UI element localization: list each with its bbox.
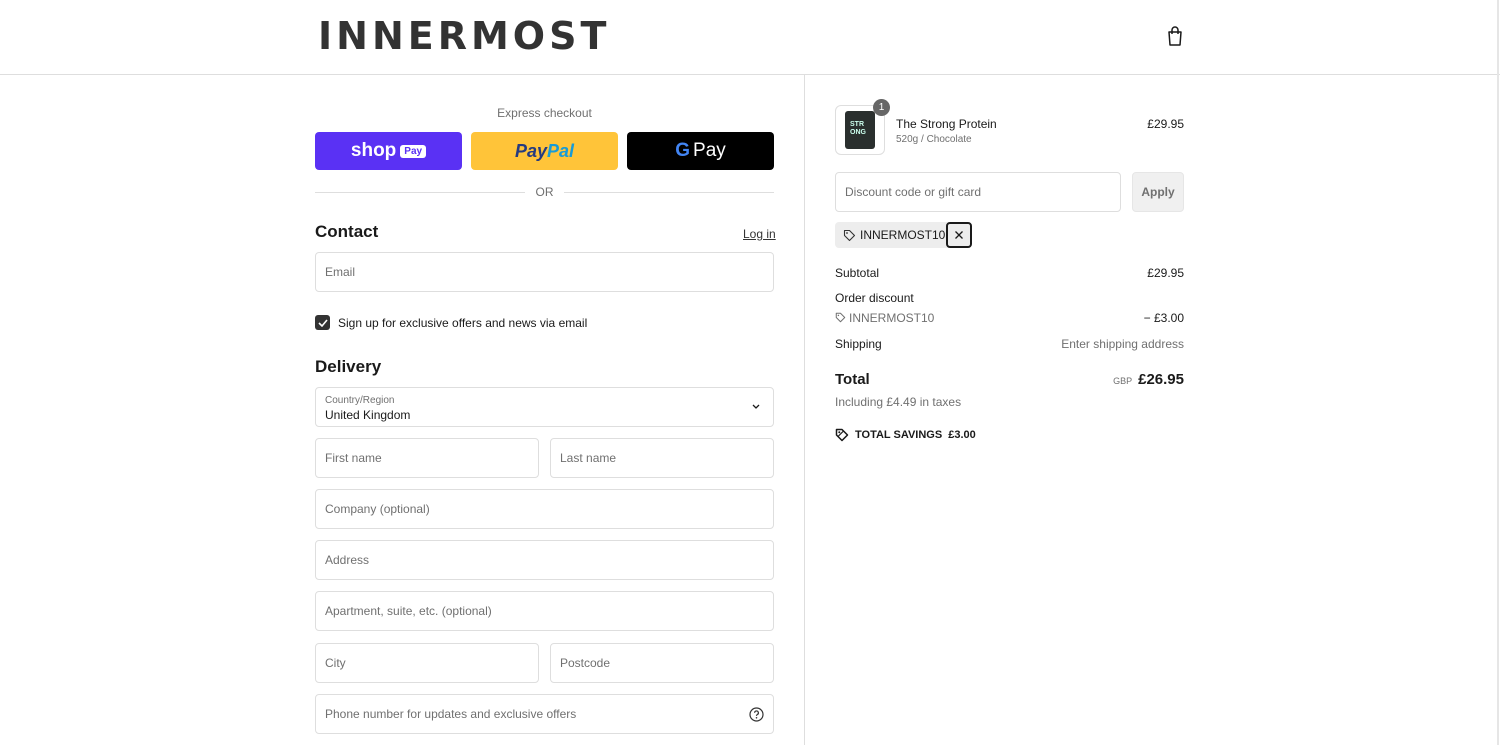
or-separator: OR xyxy=(315,185,774,199)
shipping-row: Shipping Enter shipping address xyxy=(835,337,1184,351)
total-value: £26.95 xyxy=(1138,371,1184,388)
paypal-button[interactable]: Pay Pal xyxy=(471,132,618,170)
discount-field-wrapper xyxy=(835,172,1121,212)
total-row: Total GBP £26.95 xyxy=(835,371,1184,391)
order-discount-label: Order discount xyxy=(835,291,914,305)
google-pay-button[interactable]: G Pay xyxy=(627,132,774,170)
apply-discount-button[interactable]: Apply xyxy=(1132,172,1184,212)
innermost-logo[interactable]: INNERMOST xyxy=(318,14,610,58)
newsletter-checkbox[interactable] xyxy=(315,315,330,330)
country-select[interactable]: Country/Region United Kingdom xyxy=(315,387,774,427)
shop-pay-button[interactable]: shop Pay xyxy=(315,132,462,170)
total-label: Total xyxy=(835,371,870,388)
email-field[interactable] xyxy=(316,253,773,291)
company-wrapper xyxy=(315,489,774,529)
close-icon xyxy=(955,231,964,239)
newsletter-row: Sign up for exclusive offers and news vi… xyxy=(315,315,587,330)
subtotal-label: Subtotal xyxy=(835,266,880,280)
discount-code-label: INNERMOST10 xyxy=(849,311,935,325)
postcode-field[interactable] xyxy=(551,644,773,682)
first-name-field[interactable] xyxy=(316,439,538,477)
scrollbar-track xyxy=(1497,0,1499,745)
product-pack-text: STR ONG xyxy=(850,121,866,136)
question-circle-icon[interactable] xyxy=(749,707,764,722)
shop-pay-label: shop xyxy=(350,140,397,161)
or-text: OR xyxy=(535,185,554,199)
address-wrapper xyxy=(315,540,774,580)
company-field[interactable] xyxy=(316,490,773,528)
savings-label: TOTAL SAVINGS xyxy=(855,429,943,441)
taxes-note: Including £4.49 in taxes xyxy=(835,395,962,409)
delivery-title: Delivery xyxy=(315,357,382,376)
email-field-wrapper xyxy=(315,252,774,292)
discount-code-row: INNERMOST10 − £3.00 xyxy=(835,311,1184,325)
phone-field[interactable] xyxy=(316,695,773,733)
apartment-wrapper xyxy=(315,591,774,631)
discount-code-field[interactable] xyxy=(836,173,1120,211)
last-name-wrapper xyxy=(550,438,774,478)
savings-value: £3.00 xyxy=(948,429,976,441)
city-field[interactable] xyxy=(316,644,538,682)
google-g-icon: G xyxy=(675,140,691,161)
address-field[interactable] xyxy=(316,541,773,579)
total-savings: TOTAL SAVINGS £3.00 xyxy=(835,428,976,442)
newsletter-label: Sign up for exclusive offers and news vi… xyxy=(338,315,588,330)
product-price: £29.95 xyxy=(1147,117,1184,131)
currency-code: GBP xyxy=(1113,376,1133,386)
tag-icon xyxy=(843,229,856,241)
product-pack-image: STR ONG xyxy=(845,111,875,149)
paypal-label-part1: Pay xyxy=(514,140,547,161)
express-checkout-title: Express checkout xyxy=(497,106,592,120)
applied-code-text: INNERMOST10 xyxy=(860,228,946,242)
postcode-wrapper xyxy=(550,643,774,683)
google-pay-label: Pay xyxy=(693,140,726,161)
contact-title: Contact xyxy=(315,222,379,241)
discount-value: − £3.00 xyxy=(1143,311,1184,325)
shopping-bag-icon[interactable] xyxy=(1166,26,1184,46)
order-discount-row: Order discount xyxy=(835,291,1184,305)
first-name-wrapper xyxy=(315,438,539,478)
product-variant: 520g / Chocolate xyxy=(896,134,972,145)
savings-tag-icon xyxy=(835,428,849,442)
product-name: The Strong Protein xyxy=(896,117,997,131)
shipping-label: Shipping xyxy=(835,337,882,351)
applied-discount-chip: INNERMOST10 xyxy=(835,222,973,248)
column-divider xyxy=(804,75,805,745)
country-value: United Kingdom xyxy=(325,408,411,422)
apartment-field[interactable] xyxy=(316,592,773,630)
quantity-badge: 1 xyxy=(873,99,890,116)
shop-pay-tag: Pay xyxy=(400,144,427,158)
last-name-field[interactable] xyxy=(551,439,773,477)
city-wrapper xyxy=(315,643,539,683)
country-label: Country/Region xyxy=(325,395,395,406)
chevron-down-icon xyxy=(752,404,760,409)
taxes-row: Including £4.49 in taxes xyxy=(835,395,1184,409)
paypal-label-part2: Pal xyxy=(547,140,575,161)
tag-icon xyxy=(835,312,846,323)
subtotal-value: £29.95 xyxy=(1147,266,1184,280)
checkmark-icon xyxy=(317,318,328,327)
site-header: INNERMOST xyxy=(0,0,1500,75)
subtotal-row: Subtotal £29.95 xyxy=(835,266,1184,280)
remove-discount-button[interactable] xyxy=(946,222,973,248)
shipping-value: Enter shipping address xyxy=(1061,337,1184,351)
phone-wrapper xyxy=(315,694,774,734)
login-link[interactable]: Log in xyxy=(743,227,776,241)
